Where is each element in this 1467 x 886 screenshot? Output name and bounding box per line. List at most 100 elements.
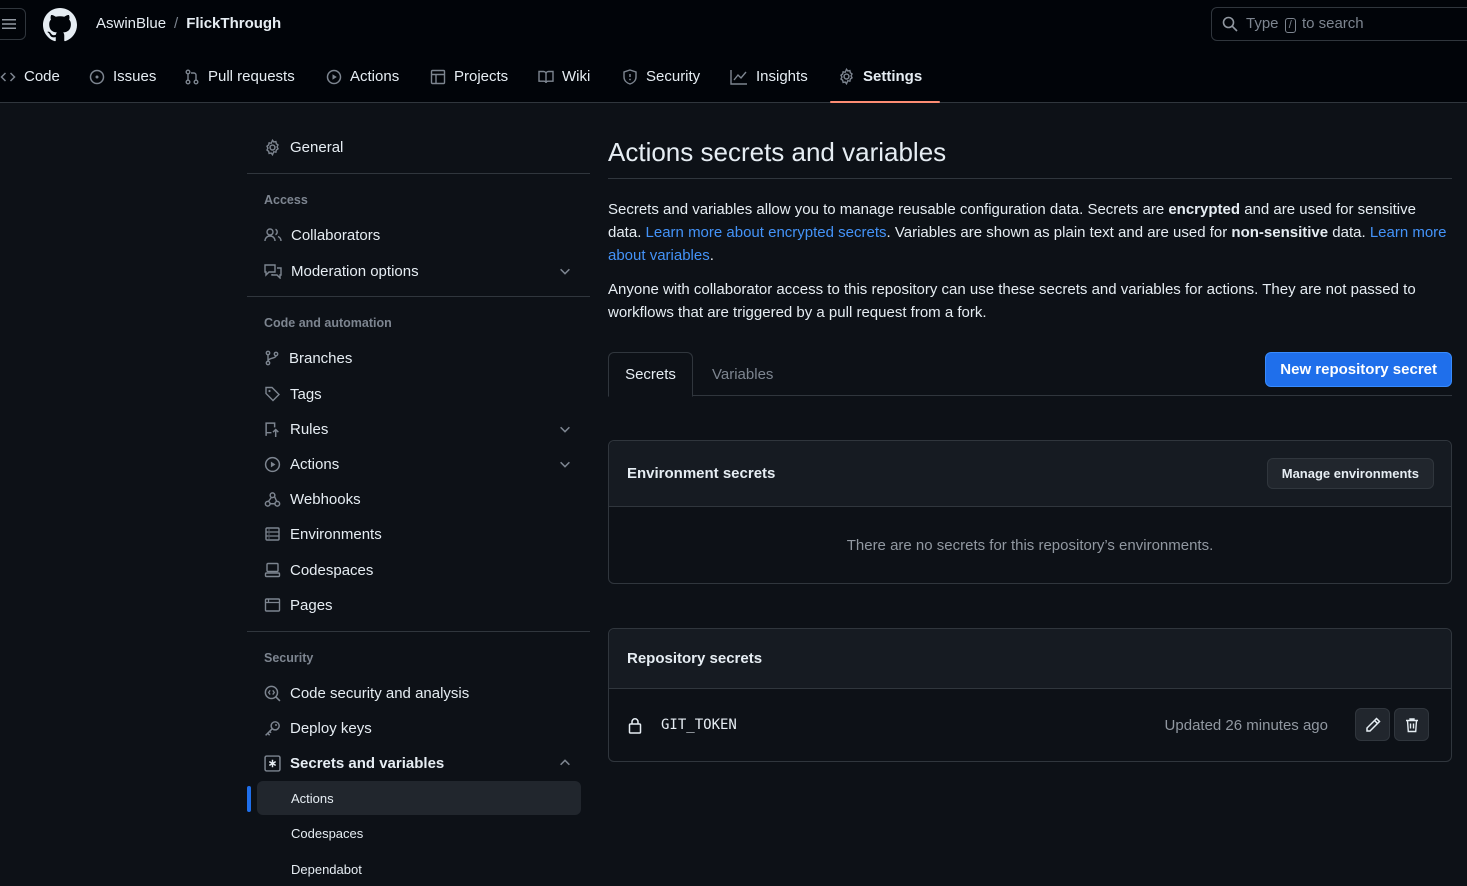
secret-row: GIT_TOKEN Updated 26 minutes ago xyxy=(609,689,1451,761)
sidebar-item-actions[interactable]: Actions xyxy=(247,447,590,481)
sidebar-item-label: Branches xyxy=(289,349,353,367)
browser-icon xyxy=(264,598,281,612)
chevron-down-icon[interactable] xyxy=(558,422,572,436)
sidebar-item-tags[interactable]: Tags xyxy=(247,377,590,411)
sidebar-subitem-actions[interactable]: Actions xyxy=(257,781,581,815)
sidebar-item-label: Environments xyxy=(290,525,382,543)
search-icon xyxy=(1222,16,1238,32)
tab-actions[interactable]: Actions xyxy=(326,50,399,103)
learn-more-secrets-link[interactable]: Learn more about encrypted secrets xyxy=(646,224,887,241)
tab-security-label: Security xyxy=(646,68,701,85)
breadcrumb-repo[interactable]: FlickThrough xyxy=(186,15,281,32)
sidebar-item-branches[interactable]: Branches xyxy=(247,341,590,375)
repository-secrets-box: Repository secrets GIT_TOKEN Updated 26 … xyxy=(608,628,1452,762)
shield-icon xyxy=(623,68,637,85)
repo-push-icon xyxy=(265,421,279,437)
codespaces-icon xyxy=(264,562,281,578)
issue-icon xyxy=(89,69,105,84)
description-paragraph: Secrets and variables allow you to manag… xyxy=(608,201,1447,264)
sidebar-item-moderation[interactable]: Moderation options xyxy=(247,254,590,288)
page-title: Actions secrets and variables xyxy=(608,137,947,167)
tab-issues[interactable]: Issues xyxy=(89,50,156,103)
tab-wiki-label: Wiki xyxy=(562,68,591,85)
sidebar-item-label: Actions xyxy=(290,455,340,473)
manage-environments-button[interactable]: Manage environments xyxy=(1266,458,1434,489)
sidebar-heading-access: Access xyxy=(264,193,308,207)
sidebar-heading-code-automation: Code and automation xyxy=(264,316,392,330)
tab-issues-label: Issues xyxy=(113,68,157,85)
pencil-icon xyxy=(1365,716,1381,732)
tab-insights-label: Insights xyxy=(756,68,808,85)
sidebar-item-label: Code security and analysis xyxy=(290,684,470,702)
code-icon xyxy=(0,71,16,82)
sidebar-item-environments[interactable]: Environments xyxy=(247,517,590,551)
access-note-paragraph: Anyone with collaborator access to this … xyxy=(608,281,1416,321)
chevron-down-icon[interactable] xyxy=(558,264,572,278)
tab-projects[interactable]: Projects xyxy=(430,50,508,103)
sidebar-item-collaborators[interactable]: Collaborators xyxy=(247,218,590,252)
sidebar-item-label: Deploy keys xyxy=(290,719,372,737)
new-repository-secret-button[interactable]: New repository secret xyxy=(1265,352,1452,387)
sidebar-item-pages[interactable]: Pages xyxy=(247,588,590,622)
comment-discussion-icon xyxy=(264,264,282,279)
tab-wiki[interactable]: Wiki xyxy=(538,50,590,103)
environment-secrets-header: Environment secrets Manage environments xyxy=(609,441,1451,507)
play-icon xyxy=(326,69,342,84)
tab-settings[interactable]: Settings xyxy=(829,50,941,103)
search-input[interactable]: Type / to search xyxy=(1211,7,1467,41)
top-bar: AswinBlue / FlickThrough Type / to searc… xyxy=(0,0,1467,50)
chevron-up-icon[interactable] xyxy=(558,756,572,770)
sidebar-item-label: Collaborators xyxy=(291,226,381,244)
delete-secret-button[interactable] xyxy=(1394,708,1429,741)
sidebar-item-label: Tags xyxy=(290,385,322,403)
tab-pull-requests[interactable]: Pull requests xyxy=(184,50,295,103)
branch-icon xyxy=(265,350,279,366)
breadcrumb-separator: / xyxy=(174,15,179,32)
people-icon xyxy=(264,228,282,242)
edit-secret-button[interactable] xyxy=(1355,708,1390,741)
github-logo-icon[interactable] xyxy=(43,8,77,42)
tab-actions-label: Actions xyxy=(350,68,400,85)
sidebar-item-rules[interactable]: Rules xyxy=(247,412,590,446)
webhook-icon xyxy=(264,491,281,507)
secret-updated-time: Updated 26 minutes ago xyxy=(1164,716,1328,734)
environment-secrets-box: Environment secrets Manage environments … xyxy=(608,440,1452,584)
repository-secrets-title: Repository secrets xyxy=(627,650,763,667)
tab-code[interactable]: Code xyxy=(0,50,60,103)
tab-secrets[interactable]: Secrets xyxy=(608,352,693,397)
environment-secrets-title: Environment secrets xyxy=(627,465,776,482)
sidebar-item-general[interactable]: General xyxy=(247,130,590,164)
sidebar-item-label: Codespaces xyxy=(290,561,374,579)
sidebar-item-webhooks[interactable]: Webhooks xyxy=(247,482,590,516)
sidebar-item-label: Moderation options xyxy=(291,262,419,280)
sidebar-subitem-codespaces[interactable]: Codespaces xyxy=(257,816,581,850)
sidebar-subitem-dependabot[interactable]: Dependabot xyxy=(257,852,581,886)
sidebar-item-label: Webhooks xyxy=(290,490,361,508)
hamburger-icon xyxy=(2,19,16,29)
search-placeholder: Type / to search xyxy=(1246,15,1364,33)
repository-secrets-header: Repository secrets xyxy=(609,629,1451,689)
chevron-down-icon[interactable] xyxy=(558,457,572,471)
sidebar-item-label: Secrets and variables xyxy=(290,754,445,772)
tab-variables[interactable]: Variables xyxy=(712,352,773,396)
sidebar-item-label: Pages xyxy=(290,596,333,614)
key-icon xyxy=(265,720,280,736)
tab-insights[interactable]: Insights xyxy=(730,50,808,103)
sidebar-item-secrets[interactable]: Secrets and variables xyxy=(247,746,590,780)
sidebar-item-code-security[interactable]: Code security and analysis xyxy=(247,676,590,710)
tag-icon xyxy=(265,386,280,402)
menu-button[interactable] xyxy=(0,8,26,40)
tab-code-label: Code xyxy=(24,68,60,85)
divider xyxy=(247,631,590,632)
divider xyxy=(247,296,590,297)
sidebar-item-codespaces[interactable]: Codespaces xyxy=(247,553,590,587)
sidebar-heading-security: Security xyxy=(264,651,314,665)
breadcrumb-owner[interactable]: AswinBlue xyxy=(96,15,166,32)
key-asterisk-icon xyxy=(264,754,281,772)
tab-security[interactable]: Security xyxy=(622,50,700,103)
divider xyxy=(247,173,590,174)
sidebar-item-deploy-keys[interactable]: Deploy keys xyxy=(247,711,590,745)
sidebar-item-label: General xyxy=(290,138,344,156)
gear-icon xyxy=(266,138,279,156)
server-icon xyxy=(265,527,280,541)
